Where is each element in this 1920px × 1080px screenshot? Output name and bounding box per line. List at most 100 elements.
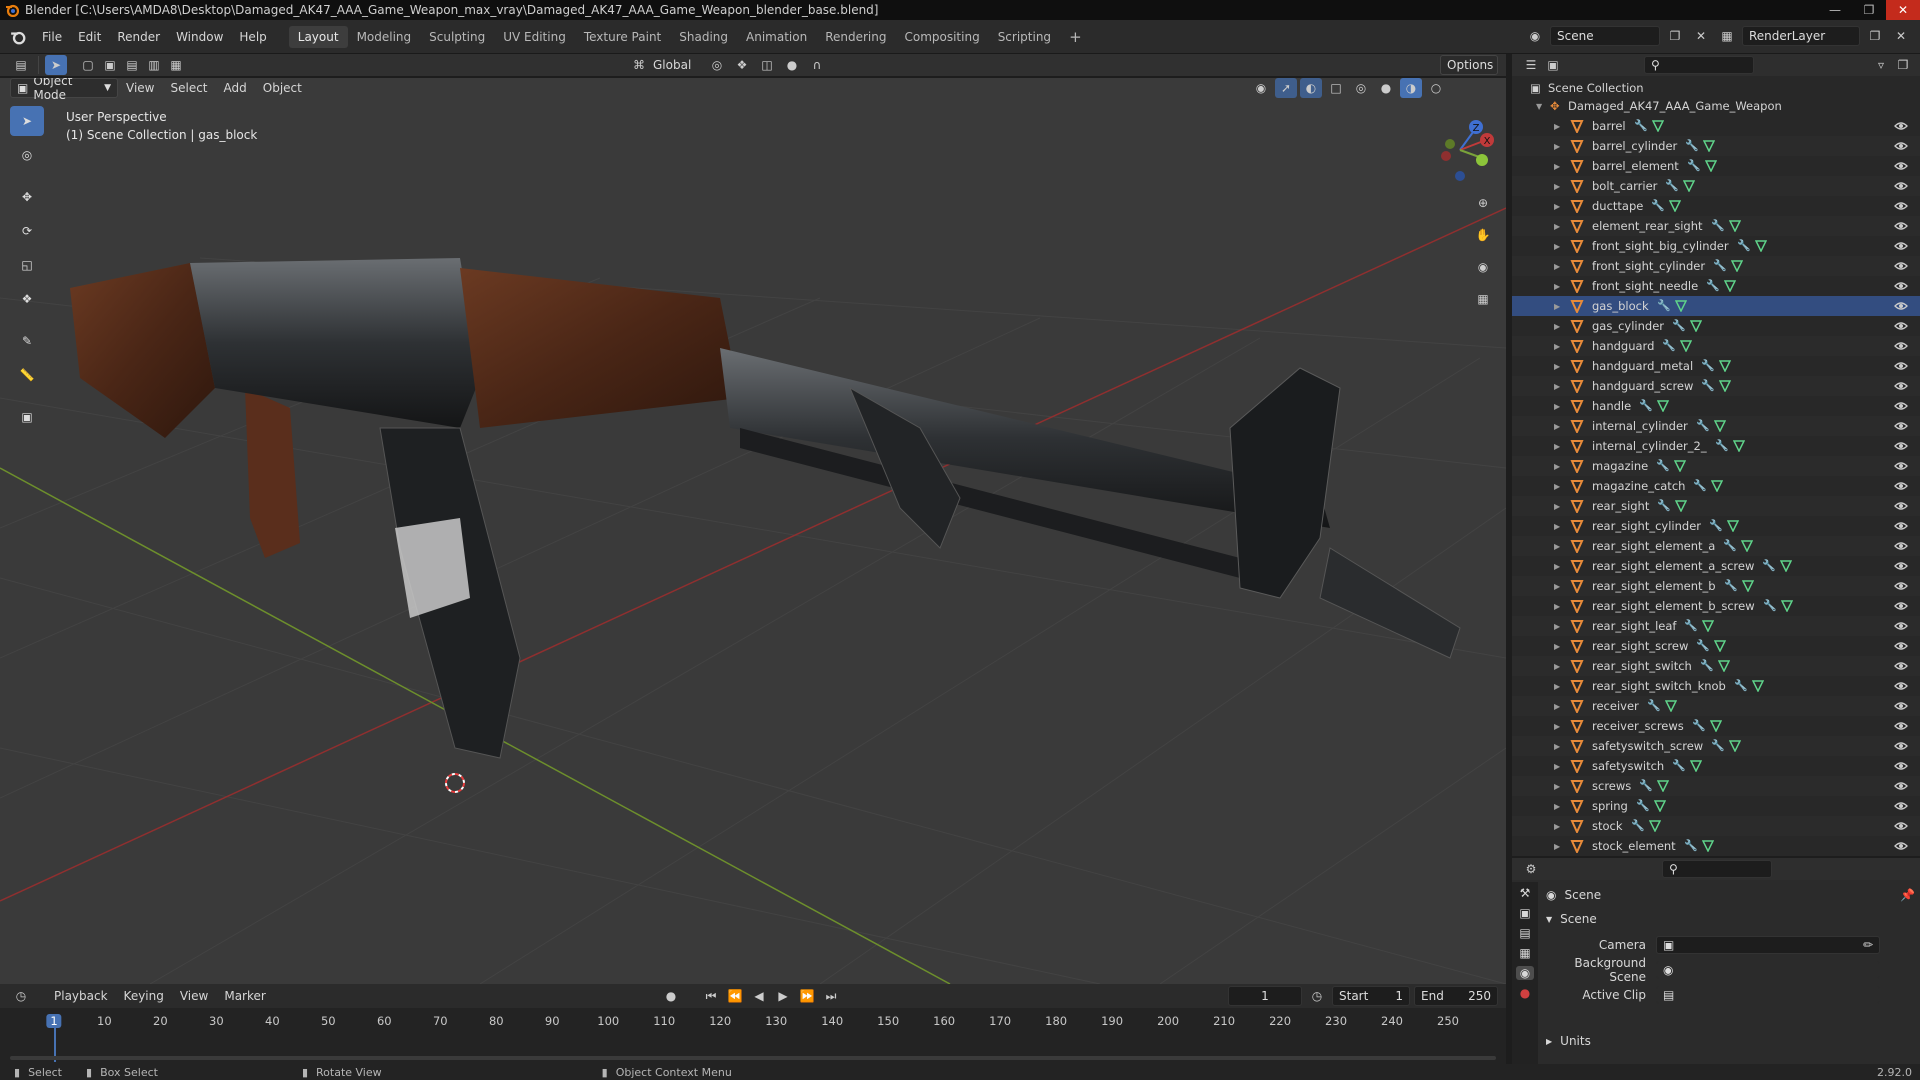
- mesh-data-icon[interactable]: [1657, 400, 1669, 412]
- modifier-wrench-icon[interactable]: 🔧: [1665, 179, 1679, 192]
- expand-triangle-icon[interactable]: ▶: [1554, 382, 1560, 391]
- mesh-data-icon[interactable]: [1702, 840, 1714, 852]
- mesh-data-icon[interactable]: [1733, 440, 1745, 452]
- outliner-item-receiver-screws[interactable]: ▶ receiver_screws 🔧: [1512, 716, 1920, 736]
- visibility-eye-icon[interactable]: [1894, 121, 1908, 131]
- viewport-canvas[interactable]: [0, 98, 1506, 984]
- mode-selector[interactable]: ▣ Object Mode ▼: [10, 78, 118, 102]
- expand-triangle-icon[interactable]: ▶: [1554, 282, 1560, 291]
- filter-icon[interactable]: ▿: [1870, 55, 1892, 75]
- options-dropdown[interactable]: Options: [1440, 55, 1498, 75]
- tab-compositing[interactable]: Compositing: [895, 26, 988, 48]
- modifier-wrench-icon[interactable]: 🔧: [1684, 619, 1698, 632]
- modifier-wrench-icon[interactable]: 🔧: [1711, 219, 1725, 232]
- visibility-eye-icon[interactable]: [1894, 301, 1908, 311]
- modifier-wrench-icon[interactable]: 🔧: [1657, 299, 1671, 312]
- properties-editor-type-icon[interactable]: ⚙: [1520, 859, 1542, 879]
- viewport-menu-select[interactable]: Select: [162, 78, 215, 98]
- modifier-wrench-icon[interactable]: 🔧: [1657, 499, 1671, 512]
- modifier-wrench-icon[interactable]: 🔧: [1662, 339, 1676, 352]
- ak47-model[interactable]: [70, 258, 1461, 759]
- visibility-eye-icon[interactable]: [1894, 441, 1908, 451]
- mesh-data-icon[interactable]: [1742, 580, 1754, 592]
- view-layer-tab-icon[interactable]: ▦: [1519, 946, 1530, 960]
- add-cube-tool-icon[interactable]: ▣: [10, 402, 44, 432]
- visibility-eye-icon[interactable]: [1894, 781, 1908, 791]
- rendered-shading-icon[interactable]: ○: [1425, 78, 1447, 98]
- modifier-wrench-icon[interactable]: 🔧: [1634, 119, 1648, 132]
- viewport-menu-object[interactable]: Object: [255, 78, 310, 98]
- expand-triangle-icon[interactable]: ▶: [1554, 522, 1560, 531]
- outliner-item-barrel[interactable]: ▶ barrel 🔧: [1512, 116, 1920, 136]
- select-invert-mode-icon[interactable]: ▥: [143, 55, 165, 75]
- select-box-tool-icon[interactable]: ➤: [10, 106, 44, 136]
- perspective-toggle-icon[interactable]: ▦: [1470, 286, 1496, 312]
- mesh-data-icon[interactable]: [1729, 220, 1741, 232]
- mesh-data-icon[interactable]: [1702, 620, 1714, 632]
- world-tab-icon[interactable]: ●: [1520, 986, 1530, 1000]
- tab-animation[interactable]: Animation: [737, 26, 816, 48]
- outliner-item-safetyswitch[interactable]: ▶ safetyswitch 🔧: [1512, 756, 1920, 776]
- visibility-eye-icon[interactable]: [1894, 641, 1908, 651]
- mesh-data-icon[interactable]: [1714, 640, 1726, 652]
- outliner-item-receiver[interactable]: ▶ receiver 🔧: [1512, 696, 1920, 716]
- tab-shading[interactable]: Shading: [670, 26, 737, 48]
- modifier-wrench-icon[interactable]: 🔧: [1763, 599, 1777, 612]
- tab-sculpting[interactable]: Sculpting: [420, 26, 494, 48]
- outliner-item-rear-sight-element-b-screw[interactable]: ▶ rear_sight_element_b_screw 🔧: [1512, 596, 1920, 616]
- outliner-item-rear-sight-switch-knob[interactable]: ▶ rear_sight_switch_knob 🔧: [1512, 676, 1920, 696]
- modifier-wrench-icon[interactable]: 🔧: [1656, 459, 1670, 472]
- expand-triangle-icon[interactable]: ▶: [1554, 362, 1560, 371]
- eyedropper-icon[interactable]: ✏: [1863, 938, 1873, 952]
- display-mode-icon[interactable]: ▣: [1542, 55, 1564, 75]
- visibility-eye-icon[interactable]: [1894, 361, 1908, 371]
- tab-texture-paint[interactable]: Texture Paint: [575, 26, 670, 48]
- modifier-wrench-icon[interactable]: 🔧: [1724, 579, 1738, 592]
- mesh-data-icon[interactable]: [1669, 200, 1681, 212]
- delete-scene-icon[interactable]: ✕: [1690, 26, 1712, 46]
- modifier-wrench-icon[interactable]: 🔧: [1734, 679, 1748, 692]
- solid-shading-icon[interactable]: ●: [1375, 78, 1397, 98]
- mesh-data-icon[interactable]: [1719, 380, 1731, 392]
- tab-rendering[interactable]: Rendering: [816, 26, 895, 48]
- timeline-ruler[interactable]: 1 10 20 30 40 50 60 70 80 90 100 110 120 130 140 150 160…: [0, 1008, 1506, 1064]
- expand-triangle-icon[interactable]: ▶: [1554, 542, 1560, 551]
- scene-selector[interactable]: Scene: [1550, 26, 1660, 46]
- mesh-data-icon[interactable]: [1675, 300, 1687, 312]
- scene-tab-icon[interactable]: ◉: [1515, 966, 1535, 980]
- outliner-item-front-sight-cylinder[interactable]: ▶ front_sight_cylinder 🔧: [1512, 256, 1920, 276]
- modifier-wrench-icon[interactable]: 🔧: [1639, 779, 1653, 792]
- modifier-wrench-icon[interactable]: 🔧: [1701, 359, 1715, 372]
- visibility-eye-icon[interactable]: [1894, 561, 1908, 571]
- outliner-item-stock[interactable]: ▶ stock 🔧: [1512, 816, 1920, 836]
- visibility-eye-icon[interactable]: [1894, 381, 1908, 391]
- pan-hand-icon[interactable]: ✋: [1470, 222, 1496, 248]
- visibility-eye-icon[interactable]: [1894, 621, 1908, 631]
- modifier-wrench-icon[interactable]: 🔧: [1701, 379, 1715, 392]
- falloff-icon[interactable]: ∩: [806, 55, 828, 75]
- new-collection-icon[interactable]: ❐: [1892, 55, 1914, 75]
- modifier-wrench-icon[interactable]: 🔧: [1723, 539, 1737, 552]
- expand-triangle-icon[interactable]: ▶: [1554, 442, 1560, 451]
- mesh-data-icon[interactable]: [1781, 600, 1793, 612]
- select-tool-icon[interactable]: ➤: [45, 55, 67, 75]
- mesh-data-icon[interactable]: [1675, 500, 1687, 512]
- modifier-wrench-icon[interactable]: 🔧: [1713, 259, 1727, 272]
- tab-scripting[interactable]: Scripting: [989, 26, 1060, 48]
- outliner-item-barrel-cylinder[interactable]: ▶ barrel_cylinder 🔧: [1512, 136, 1920, 156]
- mesh-data-icon[interactable]: [1652, 120, 1664, 132]
- properties-search-input[interactable]: ⚲: [1662, 860, 1772, 878]
- expand-triangle-icon[interactable]: ▶: [1554, 182, 1560, 191]
- outliner-editor-type-icon[interactable]: ☰: [1520, 55, 1542, 75]
- mesh-data-icon[interactable]: [1690, 320, 1702, 332]
- mesh-data-icon[interactable]: [1680, 340, 1692, 352]
- move-tool-icon[interactable]: ✥: [10, 182, 44, 212]
- outliner-item-front-sight-big-cylinder[interactable]: ▶ front_sight_big_cylinder 🔧: [1512, 236, 1920, 256]
- outliner-item-element-rear-sight[interactable]: ▶ element_rear_sight 🔧: [1512, 216, 1920, 236]
- mesh-data-icon[interactable]: [1718, 660, 1730, 672]
- mesh-data-icon[interactable]: [1741, 540, 1753, 552]
- expand-triangle-icon[interactable]: ▶: [1554, 562, 1560, 571]
- proportional-edit-icon[interactable]: ●: [781, 55, 803, 75]
- menu-file[interactable]: File: [34, 27, 70, 47]
- view-layer-icon[interactable]: ▦: [1716, 26, 1738, 46]
